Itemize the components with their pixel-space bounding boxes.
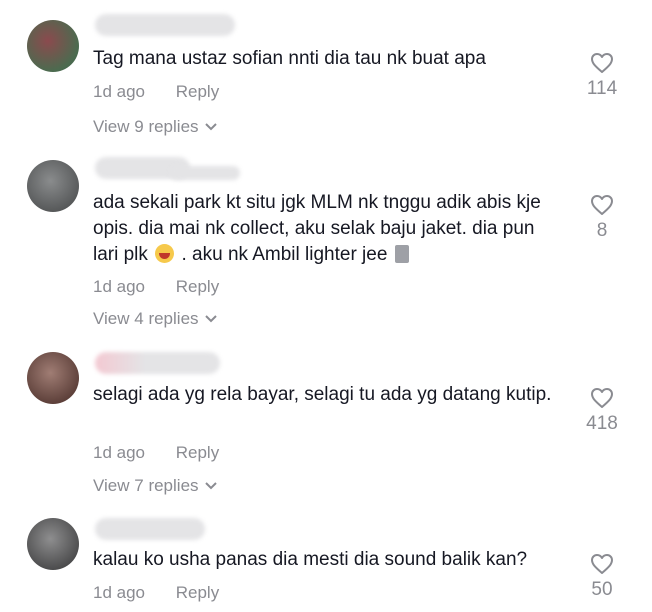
reply-button[interactable]: Reply <box>176 277 219 297</box>
heart-outline-icon <box>591 388 613 408</box>
view-replies-label: View 7 replies <box>93 476 199 495</box>
username-blurred[interactable] <box>95 14 235 36</box>
comment-meta: 1d ago Reply <box>93 583 219 603</box>
username-blurred[interactable] <box>95 518 205 540</box>
comment-text: selagi ada yg rela bayar, selagi tu ada … <box>93 384 552 405</box>
like-button[interactable]: 50 <box>580 553 624 601</box>
heart-outline-icon <box>591 195 613 215</box>
comment-meta: 1d ago Reply <box>93 82 219 102</box>
chevron-down-icon <box>204 315 217 323</box>
reply-button[interactable]: Reply <box>176 443 219 463</box>
like-count: 418 <box>586 413 618 434</box>
chevron-down-icon <box>204 482 217 490</box>
chevron-down-icon <box>204 123 217 131</box>
comment-text: Tag mana ustaz sofian nnti dia tau nk bu… <box>93 48 486 69</box>
laughing-emoji-icon <box>155 244 175 263</box>
like-count: 8 <box>596 220 608 241</box>
timestamp: 1d ago <box>93 443 145 462</box>
view-replies-label: View 9 replies <box>93 117 199 136</box>
view-replies-label: View 4 replies <box>93 309 199 328</box>
reply-button[interactable]: Reply <box>176 82 219 102</box>
timestamp: 1d ago <box>93 277 145 296</box>
avatar[interactable] <box>27 352 79 404</box>
reply-button[interactable]: Reply <box>176 583 219 603</box>
lighter-emoji-icon <box>394 245 409 263</box>
like-button[interactable]: 418 <box>580 387 624 435</box>
heart-outline-icon <box>591 53 613 73</box>
avatar[interactable] <box>27 160 79 212</box>
avatar[interactable] <box>27 518 79 570</box>
comment-meta: 1d ago Reply <box>93 277 219 297</box>
view-replies-button[interactable]: View 9 replies <box>93 117 217 137</box>
comment-text: ada sekali park kt situ jgk MLM nk tnggu… <box>93 190 563 268</box>
comment-meta: 1d ago Reply <box>93 443 219 463</box>
comment-text: kalau ko usha panas dia mesti dia sound … <box>93 549 528 570</box>
view-replies-button[interactable]: View 4 replies <box>93 309 217 329</box>
username-blurred[interactable] <box>95 352 220 374</box>
avatar[interactable] <box>27 20 79 72</box>
heart-outline-icon <box>591 554 613 574</box>
like-count: 114 <box>586 78 618 99</box>
comment-text-part: . aku nk Ambil lighter jee <box>181 244 388 265</box>
view-replies-button[interactable]: View 7 replies <box>93 476 217 496</box>
timestamp: 1d ago <box>93 82 145 101</box>
like-button[interactable]: 8 <box>580 194 624 242</box>
timestamp: 1d ago <box>93 583 145 602</box>
username-blurred[interactable] <box>170 166 240 180</box>
like-button[interactable]: 114 <box>580 52 624 100</box>
like-count: 50 <box>591 579 613 600</box>
